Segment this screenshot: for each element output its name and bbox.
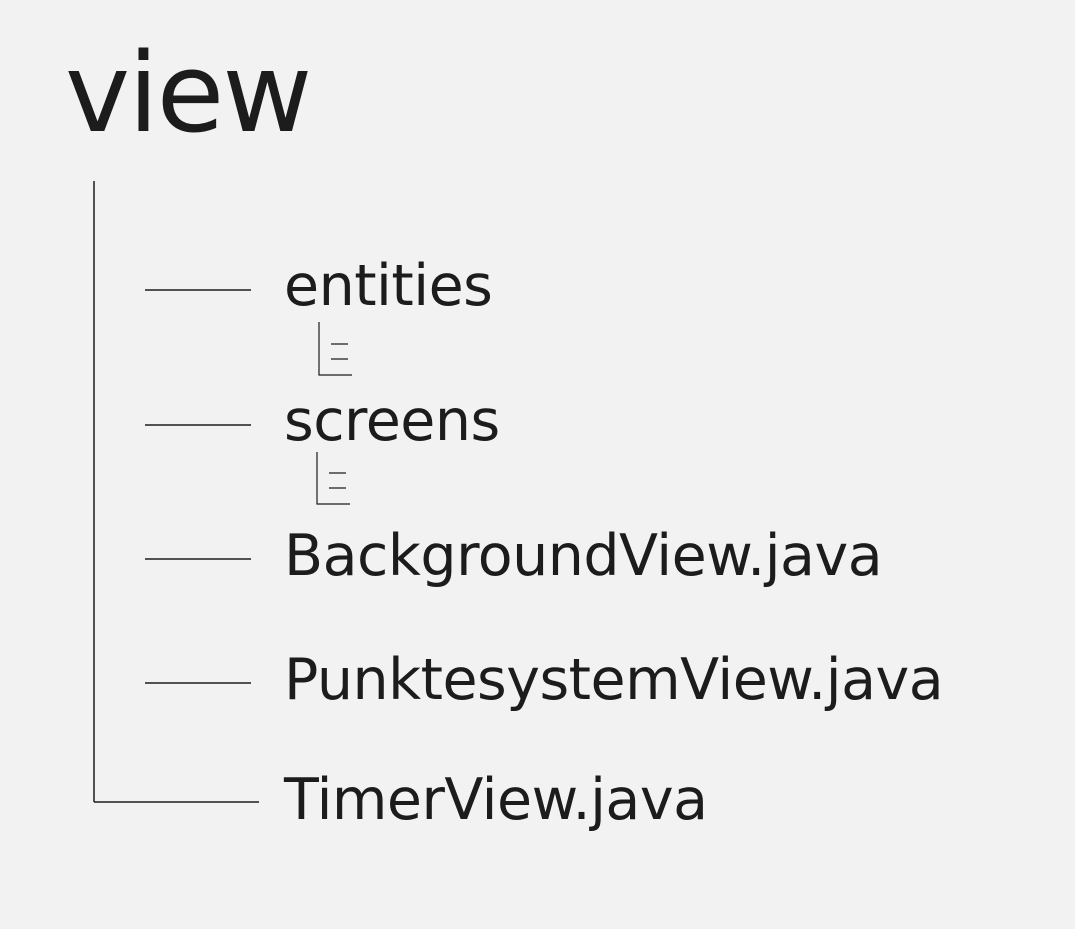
collapsed-children-icon bbox=[316, 452, 350, 505]
tree-item-entities: entities bbox=[284, 253, 493, 319]
tree-item-screens: screens bbox=[284, 388, 500, 454]
tree-item-punktesystemview: PunktesystemView.java bbox=[284, 647, 944, 713]
tree-item-timerview: TimerView.java bbox=[284, 767, 708, 833]
tree-item-backgroundview: BackgroundView.java bbox=[284, 523, 883, 589]
collapsed-children-icon bbox=[318, 322, 352, 376]
